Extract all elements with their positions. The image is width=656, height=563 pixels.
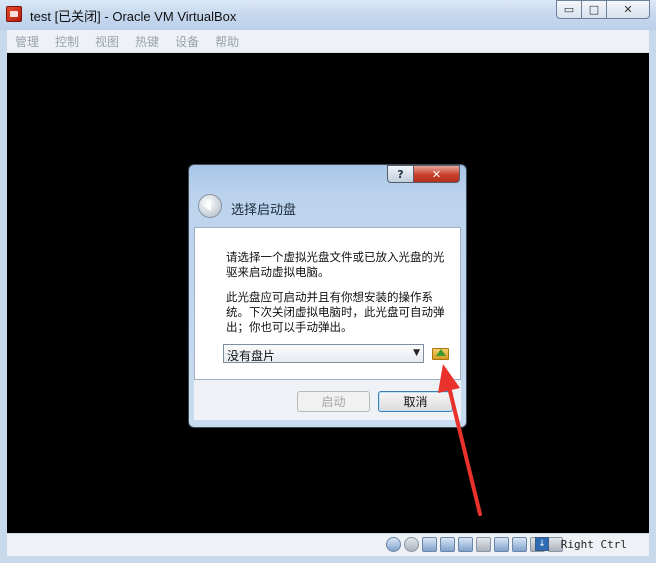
dialog-help-button[interactable]: ?: [387, 165, 414, 183]
dialog-title: 选择启动盘: [231, 203, 297, 218]
chevron-down-icon: ▼: [413, 348, 420, 358]
close-button[interactable]: ✕: [606, 0, 650, 19]
host-key-label: Right Ctrl: [560, 538, 627, 551]
select-startup-disk-dialog: ? ✕ 选择启动盘 请选择一个虚拟光盘文件或已放入光盘的光驱来启动虚拟电脑。 此…: [188, 164, 467, 428]
disk-select-value: 没有盘片: [227, 349, 276, 363]
maximize-button[interactable]: □: [581, 0, 607, 19]
virtualbox-app-icon: [6, 6, 22, 22]
menu-view[interactable]: 视图: [87, 33, 127, 50]
usb-icon[interactable]: [458, 537, 473, 552]
minimize-button[interactable]: ▭: [556, 0, 582, 19]
video-capture-icon[interactable]: [512, 537, 527, 552]
disk-select-dropdown[interactable]: 没有盘片 ▼: [223, 344, 424, 363]
dialog-button-row: 启动 取消: [194, 380, 461, 420]
audio-icon[interactable]: [422, 537, 437, 552]
start-button[interactable]: 启动: [297, 391, 370, 412]
menu-devices[interactable]: 设备: [167, 33, 207, 50]
optical-drive-icon[interactable]: [404, 537, 419, 552]
menu-hotkeys[interactable]: 热键: [127, 33, 167, 50]
network-icon[interactable]: [440, 537, 455, 552]
instruction-text: 请选择一个虚拟光盘文件或已放入光盘的光驱来启动虚拟电脑。: [226, 250, 445, 279]
dialog-caption-buttons: ? ✕: [387, 165, 460, 183]
dialog-close-button[interactable]: ✕: [413, 165, 460, 183]
menu-help[interactable]: 帮助: [207, 33, 247, 50]
back-arrow-icon[interactable]: [198, 194, 222, 218]
dialog-content: 请选择一个虚拟光盘文件或已放入光盘的光驱来启动虚拟电脑。 此光盘应可启动并且有你…: [194, 227, 461, 380]
choose-disk-file-button[interactable]: [432, 346, 449, 361]
host-key-icon: ↓: [535, 537, 549, 551]
open-arrow-icon: [436, 349, 446, 356]
cancel-button[interactable]: 取消: [378, 391, 453, 412]
window-title: test [已关闭] - Oracle VM VirtualBox: [30, 9, 237, 24]
menu-control[interactable]: 控制: [47, 33, 87, 50]
hard-disk-icon[interactable]: [386, 537, 401, 552]
window-title-bar[interactable]: test [已关闭] - Oracle VM VirtualBox ▭ □ ✕: [0, 0, 656, 30]
window-caption-buttons: ▭ □ ✕: [556, 0, 650, 20]
menu-manage[interactable]: 管理: [7, 33, 47, 50]
shared-folders-icon[interactable]: [476, 537, 491, 552]
hint-text: 此光盘应可启动并且有你想安装的操作系统。下次关闭虚拟电脑时，此光盘可自动弹出；你…: [226, 290, 445, 334]
display-icon[interactable]: [494, 537, 509, 552]
menu-bar: 管理 控制 视图 热键 设备 帮助: [7, 30, 649, 53]
status-bar: ↓ Right Ctrl: [7, 533, 649, 556]
